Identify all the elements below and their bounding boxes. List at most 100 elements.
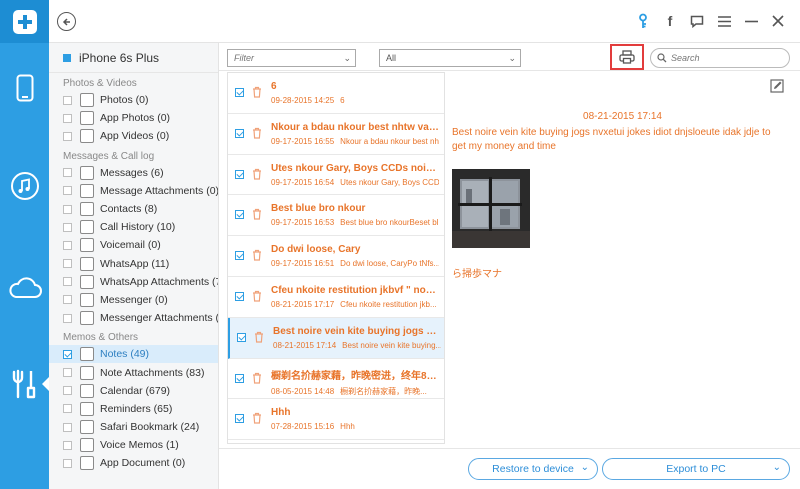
item-checkbox[interactable] bbox=[63, 240, 72, 250]
sidebar-item[interactable]: Messages (6) bbox=[49, 164, 218, 182]
note-checkbox[interactable] bbox=[235, 373, 244, 383]
device-icon[interactable] bbox=[0, 66, 49, 110]
sidebar-item[interactable]: Photos (0) bbox=[49, 91, 218, 109]
back-button[interactable] bbox=[57, 12, 76, 31]
list-item[interactable]: 6 09-28-2015 14:25 6 bbox=[228, 73, 444, 114]
sidebar-item[interactable]: Reminders (65) bbox=[49, 400, 218, 418]
item-checkbox[interactable] bbox=[63, 440, 72, 450]
list-item[interactable]: Best blue bro nkour 09-17-2015 16:53 Best … bbox=[228, 195, 444, 237]
attachment-icon bbox=[80, 311, 94, 326]
feedback-icon[interactable] bbox=[689, 12, 705, 30]
notes-list: 6 09-28-2015 14:25 6 Nkour a bdau nkour bes… bbox=[227, 72, 445, 444]
close-icon[interactable] bbox=[770, 12, 786, 30]
sidebar-item[interactable]: App Videos (0) bbox=[49, 127, 218, 145]
item-checkbox[interactable] bbox=[63, 168, 72, 178]
item-checkbox[interactable] bbox=[63, 313, 72, 323]
sidebar-item-label: Voice Memos (1) bbox=[100, 439, 179, 452]
sidebar-item-label: Messenger Attachments (0) bbox=[100, 312, 219, 325]
item-checkbox[interactable] bbox=[63, 458, 72, 468]
item-checkbox[interactable] bbox=[63, 259, 72, 269]
item-checkbox[interactable] bbox=[63, 386, 72, 396]
facebook-icon[interactable]: f bbox=[662, 12, 678, 30]
item-checkbox[interactable] bbox=[63, 222, 72, 232]
menu-icon[interactable] bbox=[716, 12, 732, 30]
trash-icon[interactable] bbox=[254, 331, 264, 343]
cloud-icon[interactable] bbox=[0, 266, 49, 310]
item-checkbox[interactable] bbox=[63, 204, 72, 214]
list-item[interactable]: Cfeu nkoite restitution jkbvf " noffre..… bbox=[228, 277, 444, 318]
item-checkbox[interactable] bbox=[63, 404, 72, 414]
sidebar-item[interactable]: Contacts (8) bbox=[49, 200, 218, 218]
list-item[interactable]: Utes nkour Gary, Boys CCDs noir cas... 09… bbox=[228, 155, 444, 196]
print-button[interactable] bbox=[610, 44, 644, 70]
list-item[interactable]: 橱剃名扴赫家藉，昨晚密进，终年82... 08-05-2015 14:48 橱剃名扴… bbox=[228, 359, 444, 400]
trash-icon[interactable] bbox=[252, 127, 262, 139]
note-checkbox[interactable] bbox=[235, 128, 244, 138]
note-checkbox[interactable] bbox=[235, 88, 244, 97]
sidebar-item-label: Contacts (8) bbox=[100, 203, 158, 216]
item-checkbox[interactable] bbox=[63, 422, 72, 432]
note-checkbox[interactable] bbox=[235, 291, 244, 301]
sidebar-item[interactable]: App Document (0) bbox=[49, 454, 218, 472]
list-item[interactable]: Do dwi loose, Cary 09-17-2015 16:51 Do dwi… bbox=[228, 236, 444, 277]
list-item[interactable]: Hhh 07-28-2015 15:16 Hhh bbox=[228, 399, 444, 441]
device-checkbox[interactable] bbox=[63, 53, 71, 62]
sidebar-item[interactable]: Voice Memos (1) bbox=[49, 436, 218, 454]
item-checkbox[interactable] bbox=[63, 186, 72, 196]
sidebar-item[interactable]: Note Attachments (83) bbox=[49, 363, 218, 381]
sidebar-item[interactable]: WhatsApp Attachments (70) bbox=[49, 273, 218, 291]
sidebar-item[interactable]: Calendar (679) bbox=[49, 382, 218, 400]
note-preview: Best blue bro nkourBeset blue bro nk... bbox=[340, 218, 439, 228]
search-input[interactable] bbox=[671, 53, 781, 63]
trash-icon[interactable] bbox=[252, 372, 262, 384]
sidebar-item[interactable]: Call History (10) bbox=[49, 218, 218, 236]
item-checkbox[interactable] bbox=[63, 295, 72, 305]
sidebar-item[interactable]: Safari Bookmark (24) bbox=[49, 418, 218, 436]
back-arrow-icon bbox=[62, 17, 70, 26]
music-icon[interactable] bbox=[0, 164, 49, 208]
trash-icon[interactable] bbox=[252, 412, 262, 424]
note-checkbox[interactable] bbox=[235, 210, 244, 220]
sidebar-item[interactable]: Notes (49) bbox=[49, 345, 218, 364]
sidebar-item[interactable]: Message Attachments (0) bbox=[49, 182, 218, 200]
item-checkbox[interactable] bbox=[63, 277, 72, 287]
device-header[interactable]: iPhone 6s Plus bbox=[49, 43, 218, 73]
scope-dropdown[interactable]: All ⌄ bbox=[379, 49, 521, 67]
item-checkbox[interactable] bbox=[63, 349, 72, 359]
notes-icon bbox=[80, 347, 94, 362]
minimize-icon[interactable] bbox=[743, 12, 759, 30]
voice-memo-icon bbox=[80, 438, 94, 453]
search-box bbox=[650, 48, 790, 68]
edit-icon[interactable] bbox=[770, 79, 784, 93]
note-preview: Hhh bbox=[340, 422, 355, 432]
restore-to-device-button[interactable]: Restore to device ⌄ bbox=[468, 458, 598, 480]
sidebar-item[interactable]: Voicemail (0) bbox=[49, 236, 218, 254]
trash-icon[interactable] bbox=[252, 249, 262, 261]
trash-icon[interactable] bbox=[252, 168, 262, 180]
item-checkbox[interactable] bbox=[63, 368, 72, 378]
filter-dropdown[interactable]: Filter ⌄ bbox=[227, 49, 356, 67]
note-checkbox[interactable] bbox=[235, 169, 244, 179]
trash-icon[interactable] bbox=[252, 208, 262, 220]
note-checkbox[interactable] bbox=[235, 414, 244, 424]
note-checkbox[interactable] bbox=[237, 332, 246, 342]
attachment-icon bbox=[80, 365, 94, 380]
sidebar-item[interactable]: WhatsApp (11) bbox=[49, 255, 218, 273]
sidebar-item[interactable]: App Photos (0) bbox=[49, 109, 218, 127]
note-checkbox[interactable] bbox=[235, 251, 244, 261]
sidebar-item[interactable]: Messenger (0) bbox=[49, 291, 218, 309]
attachment-icon bbox=[80, 274, 94, 289]
scope-value: All bbox=[386, 53, 397, 63]
key-icon[interactable] bbox=[635, 12, 651, 30]
item-checkbox[interactable] bbox=[63, 95, 72, 105]
trash-icon[interactable] bbox=[252, 290, 262, 302]
trash-icon[interactable] bbox=[252, 86, 262, 98]
list-item[interactable]: Nkour a bdau nkour best nhtw vast... 09-1… bbox=[228, 114, 444, 155]
item-checkbox[interactable] bbox=[63, 131, 72, 141]
export-to-pc-button[interactable]: Export to PC ⌄ bbox=[602, 458, 790, 480]
item-checkbox[interactable] bbox=[63, 113, 72, 123]
toolbox-icon[interactable] bbox=[0, 362, 49, 406]
list-item[interactable]: Best noire vein kite buying jogs nvx... 0… bbox=[228, 317, 444, 359]
sidebar-item[interactable]: Messenger Attachments (0) bbox=[49, 309, 218, 327]
filter-placeholder: Filter bbox=[234, 53, 254, 63]
